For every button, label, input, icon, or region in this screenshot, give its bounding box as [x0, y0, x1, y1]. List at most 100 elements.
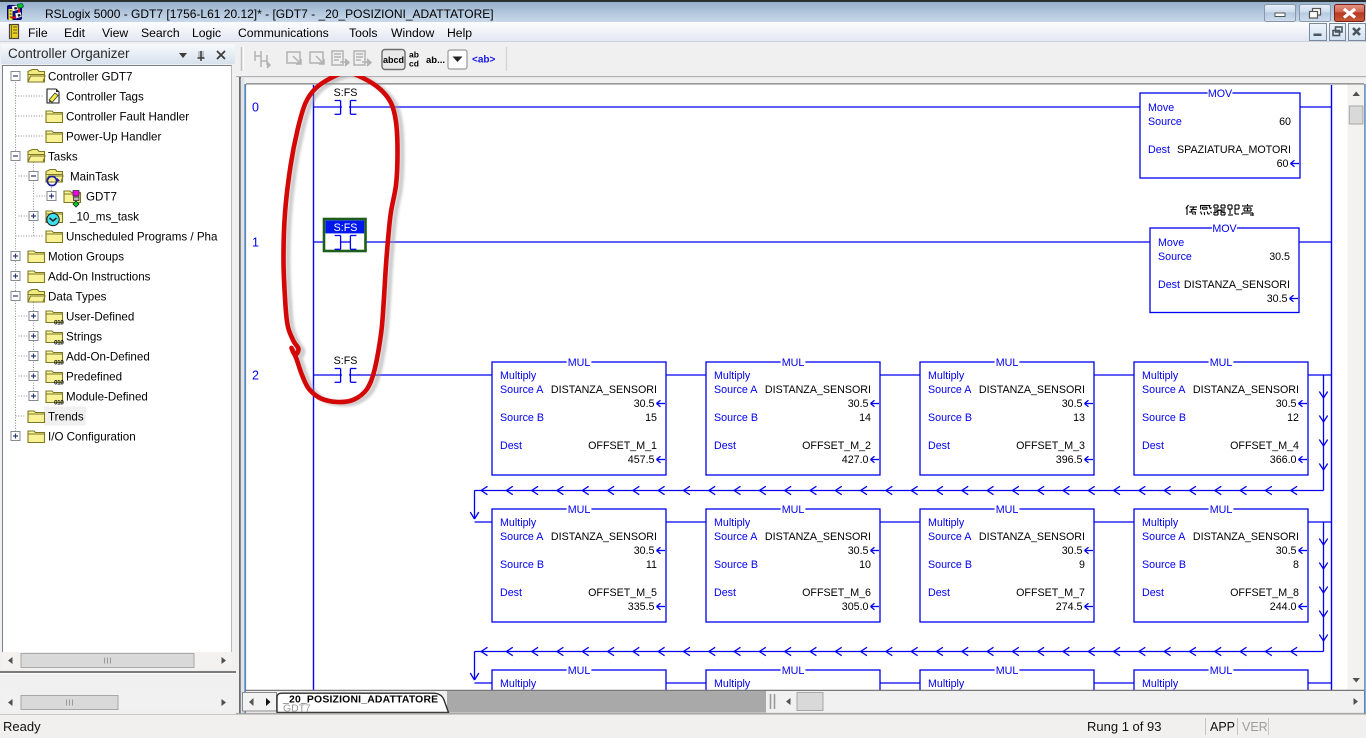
svg-text:305.0: 305.0	[842, 601, 869, 613]
svg-text:Multiply: Multiply	[1142, 370, 1179, 382]
svg-text:Source A: Source A	[1142, 384, 1186, 396]
svg-text:S:FS: S:FS	[334, 222, 358, 234]
svg-text:DISTANZA_SENSORI: DISTANZA_SENSORI	[1193, 384, 1299, 396]
svg-text:010: 010	[54, 400, 64, 407]
svg-text:OFFSET_M_1: OFFSET_M_1	[588, 440, 657, 452]
svg-text:SPAZIATURA_MOTORI: SPAZIATURA_MOTORI	[1177, 144, 1291, 156]
svg-text:User-Defined: User-Defined	[66, 311, 134, 324]
svg-text:30.5: 30.5	[634, 398, 655, 410]
svg-text:Multiply: Multiply	[714, 517, 751, 529]
svg-text:<ab>: <ab>	[472, 55, 496, 66]
svg-text:DISTANZA_SENSORI: DISTANZA_SENSORI	[765, 531, 871, 543]
svg-text:Multiply: Multiply	[714, 678, 751, 690]
svg-text:8: 8	[1293, 559, 1299, 571]
svg-text:010: 010	[54, 320, 64, 327]
svg-text:Source A: Source A	[714, 531, 758, 543]
svg-text:Source A: Source A	[928, 531, 972, 543]
svg-text:010: 010	[54, 380, 64, 387]
svg-text:Module-Defined: Module-Defined	[66, 391, 148, 404]
svg-text:Source A: Source A	[1142, 531, 1186, 543]
svg-text:DISTANZA_SENSORI: DISTANZA_SENSORI	[979, 384, 1085, 396]
svg-text:GDT7: GDT7	[86, 191, 117, 204]
svg-text:abcd: abcd	[383, 55, 404, 65]
svg-text:Power-Up Handler: Power-Up Handler	[66, 131, 162, 144]
svg-text:Dest: Dest	[714, 587, 736, 599]
svg-text:Dest: Dest	[1158, 279, 1180, 291]
svg-text:Dest: Dest	[500, 587, 522, 599]
svg-text:MUL: MUL	[1210, 357, 1233, 369]
svg-text:Source: Source	[1148, 116, 1182, 128]
svg-text:Dest: Dest	[928, 587, 950, 599]
svg-text:366.0: 366.0	[1270, 454, 1297, 466]
svg-text:Source B: Source B	[1142, 559, 1186, 571]
svg-text:Tasks: Tasks	[48, 151, 78, 164]
svg-text:Dest: Dest	[714, 440, 736, 452]
svg-text:Dest: Dest	[1148, 144, 1170, 156]
svg-text:457.5: 457.5	[628, 454, 655, 466]
svg-text:30.5: 30.5	[634, 545, 655, 557]
svg-text:MOV: MOV	[1212, 223, 1237, 235]
svg-text:_10_ms_task: _10_ms_task	[69, 211, 139, 224]
svg-text:OFFSET_M_5: OFFSET_M_5	[588, 587, 657, 599]
svg-text:MUL: MUL	[568, 665, 591, 677]
svg-text:2: 2	[252, 369, 259, 383]
svg-text:S:FS: S:FS	[334, 87, 358, 99]
svg-text:Multiply: Multiply	[500, 517, 537, 529]
svg-text:Source B: Source B	[714, 412, 758, 424]
svg-text:OFFSET_M_8: OFFSET_M_8	[1230, 587, 1299, 599]
svg-text:Motion Groups: Motion Groups	[48, 251, 124, 264]
svg-text:30.5: 30.5	[848, 545, 869, 557]
svg-text:Multiply: Multiply	[928, 678, 965, 690]
svg-text:DISTANZA_SENSORI: DISTANZA_SENSORI	[551, 531, 657, 543]
svg-text:Controller GDT7: Controller GDT7	[48, 71, 132, 84]
svg-text:Source B: Source B	[714, 559, 758, 571]
svg-text:ab...: ab...	[426, 55, 445, 66]
svg-text:Trends: Trends	[48, 411, 84, 424]
svg-text:DISTANZA_SENSORI: DISTANZA_SENSORI	[1193, 531, 1299, 543]
svg-text:Multiply: Multiply	[928, 517, 965, 529]
svg-text:30.5: 30.5	[1276, 545, 1297, 557]
svg-text:60: 60	[1277, 158, 1289, 170]
svg-text:30.5: 30.5	[1062, 545, 1083, 557]
svg-text:11: 11	[646, 559, 657, 571]
svg-text:GDT7: GDT7	[283, 704, 311, 715]
svg-text:Multiply: Multiply	[928, 370, 965, 382]
svg-text:10: 10	[859, 559, 871, 571]
svg-text:OFFSET_M_6: OFFSET_M_6	[802, 587, 871, 599]
svg-text:DISTANZA_SENSORI: DISTANZA_SENSORI	[551, 384, 657, 396]
svg-text:1: 1	[252, 236, 259, 250]
svg-text:MainTask: MainTask	[70, 171, 119, 184]
svg-text:335.5: 335.5	[628, 601, 655, 613]
svg-text:Source A: Source A	[500, 531, 544, 543]
svg-text:OFFSET_M_3: OFFSET_M_3	[1016, 440, 1085, 452]
svg-text:MUL: MUL	[996, 665, 1019, 677]
svg-text:Source A: Source A	[928, 384, 972, 396]
svg-text:Unscheduled Programs / Pha: Unscheduled Programs / Pha	[66, 231, 218, 244]
svg-text:Controller Tags: Controller Tags	[66, 91, 144, 104]
svg-text:12: 12	[1287, 412, 1299, 424]
svg-text:cd: cd	[409, 59, 419, 69]
svg-text:0: 0	[252, 101, 259, 115]
svg-text:Data Types: Data Types	[48, 291, 107, 304]
svg-text:Dest: Dest	[1142, 440, 1164, 452]
svg-text:OFFSET_M_4: OFFSET_M_4	[1230, 440, 1299, 452]
svg-text:Multiply: Multiply	[1142, 678, 1179, 690]
svg-text:Source: Source	[1158, 251, 1192, 263]
svg-text:Move: Move	[1148, 102, 1174, 114]
svg-text:Source B: Source B	[500, 559, 544, 571]
svg-text:Source B: Source B	[928, 559, 972, 571]
svg-text:DISTANZA_SENSORI: DISTANZA_SENSORI	[1184, 279, 1290, 291]
svg-text:MUL: MUL	[1210, 504, 1233, 516]
svg-text:MUL: MUL	[568, 504, 591, 516]
svg-text:MUL: MUL	[996, 357, 1019, 369]
svg-text:Multiply: Multiply	[714, 370, 751, 382]
svg-text:Dest: Dest	[500, 440, 522, 452]
svg-text:Source B: Source B	[928, 412, 972, 424]
svg-text:010: 010	[54, 360, 64, 367]
svg-text:OFFSET_M_2: OFFSET_M_2	[802, 440, 871, 452]
svg-text:DISTANZA_SENSORI: DISTANZA_SENSORI	[979, 531, 1085, 543]
svg-text:396.5: 396.5	[1056, 454, 1083, 466]
svg-text:MUL: MUL	[782, 665, 805, 677]
svg-text:Multiply: Multiply	[1142, 517, 1179, 529]
svg-text:010: 010	[54, 340, 64, 347]
